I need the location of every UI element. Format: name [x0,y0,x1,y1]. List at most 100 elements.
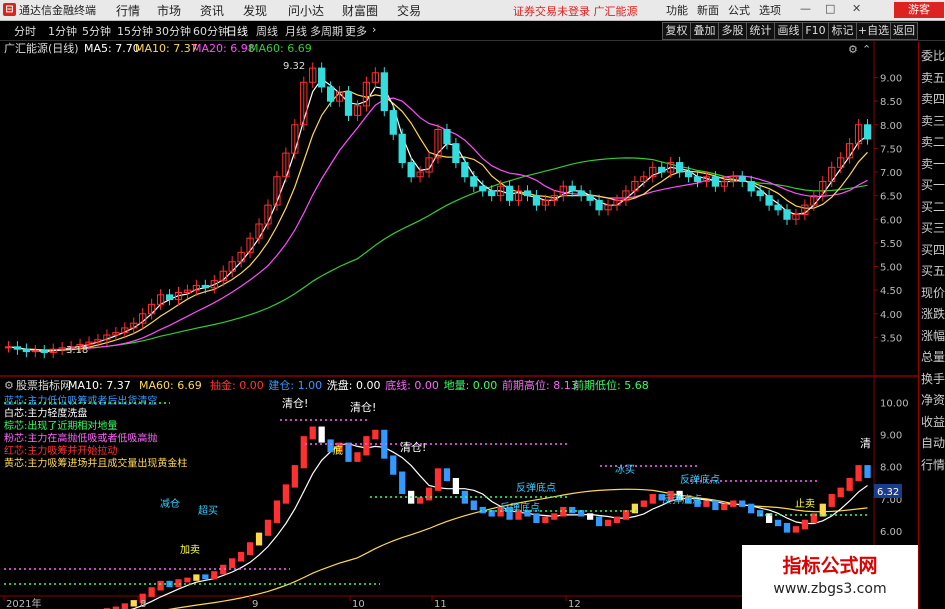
current-price-value: 6.32 [877,487,899,498]
sidebar-item[interactable]: 自动 [920,433,945,454]
indicator-tick-label: 8.00 [880,463,902,474]
add-watchlist-button[interactable]: +自选 [856,22,891,40]
sidebar-item[interactable]: 买一 [920,175,945,196]
indicator-bar [229,558,236,568]
app-title: 通达信金融终端 [19,4,96,17]
candle-body [201,284,209,289]
sidebar-item[interactable]: 买二 [920,197,945,218]
candle-body [40,350,48,353]
time-tick-label: 9 [252,599,258,609]
menu-wenxiaoda[interactable]: 问小达 [288,2,324,19]
candle-body [22,348,31,353]
indicator-bar [452,477,460,495]
period-daily[interactable]: 日线 [226,23,248,39]
indicator-bar [703,500,710,507]
sidebar-item[interactable]: 收益 [920,412,945,433]
indicator-bar [157,580,164,591]
indicator-ma60-path [167,488,868,609]
menu-caifuquan[interactable]: 财富圈 [342,2,378,19]
period-fenshi[interactable]: 分时 [14,23,36,39]
sidebar-item[interactable]: 卖一 [920,154,945,175]
duogu-button[interactable]: 多股 [718,22,747,40]
period-60min[interactable]: 60分钟 [193,23,229,39]
back-button[interactable]: 返回 [890,22,918,40]
time-tick-label: 12 [568,599,581,609]
sidebar-item[interactable]: 总量 [920,347,945,368]
candle-body [13,346,22,350]
candle-body [326,86,335,102]
ma10-label: MA10: 7.37 [135,42,198,55]
login-warning[interactable]: 证券交易未登录 广汇能源 [513,3,638,19]
sidebar-item[interactable]: 卖四 [920,89,945,110]
indicator-values: MA10: 7.37 MA60: 6.69 抽金: 0.00 建仓: 1.00 洗盘: … [68,378,649,392]
menu-gongshi[interactable]: 公式 [728,2,750,18]
maximize-icon[interactable]: □ [825,2,835,15]
sidebar-item[interactable]: 行情 [920,455,945,476]
kline-chart[interactable]: 广汇能源(日线) MA5: 7.70 MA10: 7.37 MA20: 6.98… [0,41,918,609]
huaxian-button[interactable]: 画线 [774,22,803,40]
menu-zixun[interactable]: 资讯 [200,2,224,19]
sidebar-item[interactable]: 委比 [920,46,945,67]
biaoji-button[interactable]: 标记 [828,22,857,40]
chevron-right-icon[interactable]: › [372,23,376,36]
sidebar-item[interactable]: 现价 [920,283,945,304]
indicator-legend: 蓝芯:主力低位吸筹或者后出货清空白芯:主力轻度洗盘棕芯:出现了近期相对地量粉芯:… [4,394,187,470]
period-30min[interactable]: 30分钟 [155,23,191,39]
indicator-bar [730,500,737,507]
indicator-bar [542,516,549,523]
sidebar-item[interactable]: 买五 [920,261,945,282]
candle-body [470,176,478,187]
candle-body [389,110,397,135]
candle-body [31,350,39,353]
diejia-button[interactable]: 叠加 [690,22,719,40]
ma5-path [8,78,868,353]
indicator-bar [649,494,656,504]
indicator-ma60-line [167,488,868,609]
f10-button[interactable]: F10 [802,22,829,40]
period-15min[interactable]: 15分钟 [117,23,153,39]
collapse-icon[interactable]: ⌃ [862,43,871,56]
indicator-settings-icon[interactable]: ⚙ [4,379,14,392]
sidebar-item[interactable]: 买四 [920,240,945,261]
candle-body [675,162,684,173]
menu-xuanxiang[interactable]: 选项 [759,2,781,18]
menu-faxian[interactable]: 发现 [243,2,267,19]
time-tick-label: 11 [434,599,447,609]
sidebar-item[interactable]: 卖三 [920,111,945,132]
fuquan-button[interactable]: 复权 [662,22,691,40]
menu-gongneng[interactable]: 功能 [666,2,688,18]
sidebar-item[interactable]: 净资 [920,390,945,411]
period-5min[interactable]: 5分钟 [82,23,111,39]
tongji-button[interactable]: 统计 [746,22,775,40]
sidebar-item[interactable]: 买三 [920,218,945,239]
menu-jiaoyi[interactable]: 交易 [397,2,421,19]
indicator-value-2: 抽金: 0.00 [210,378,264,392]
indicator-bar [783,522,791,533]
sidebar-item[interactable]: 换手 [920,369,945,390]
candle-body [344,91,353,116]
sidebar-item[interactable]: 涨跌 [920,304,945,325]
sidebar-item[interactable]: 卖五 [920,68,945,89]
menu-shichang[interactable]: 市场 [157,2,181,19]
period-monthly[interactable]: 月线 [285,23,307,39]
close-icon[interactable]: ✕ [852,2,861,15]
candle-body [586,195,594,201]
sidebar-item[interactable]: 涨幅 [920,326,945,347]
settings-gear-icon[interactable]: ⚙ [848,43,858,56]
low-price-label: 3.18 [66,345,88,356]
period-weekly[interactable]: 周线 [256,23,278,39]
price-tick-label: 8.50 [880,97,902,108]
stop-sell-signal: 止卖 [795,498,815,510]
menu-xinmian[interactable]: 新面 [697,2,719,18]
sidebar-item[interactable]: 卖二 [920,132,945,153]
period-more[interactable]: 更多 [345,23,367,39]
menu-hangqing[interactable]: 行情 [116,2,140,19]
guest-button[interactable]: 游客 [894,2,944,18]
indicator-bar [551,513,558,520]
indicator-bar [300,436,307,469]
indicator-bar [390,455,397,475]
ice-buy-signal: 冰买 [615,463,635,476]
period-1min[interactable]: 1分钟 [48,23,77,39]
minimize-icon[interactable]: — [800,2,811,15]
period-multi[interactable]: 多周期 [310,23,343,39]
